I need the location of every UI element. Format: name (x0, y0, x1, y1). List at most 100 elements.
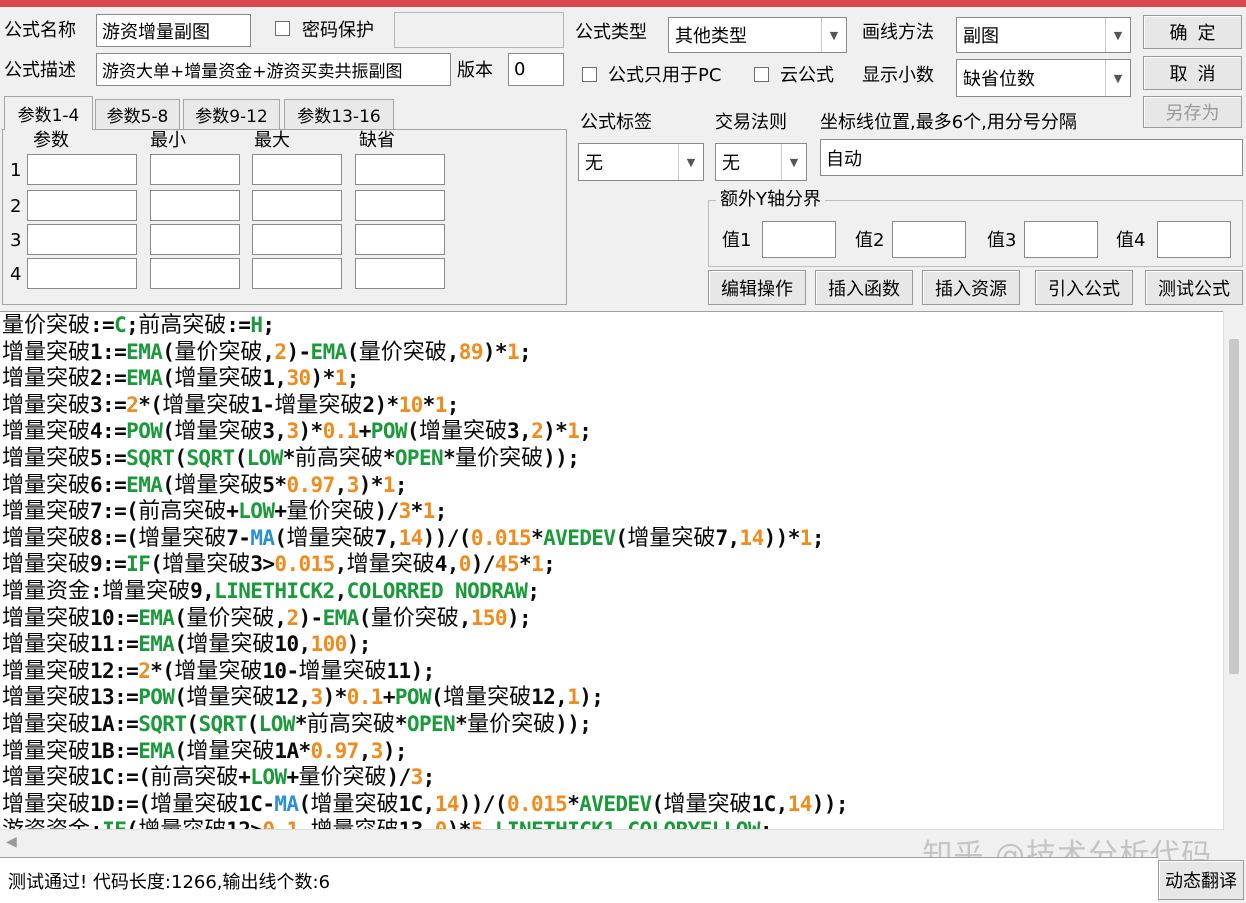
draw-method-label: 画线方法 (862, 22, 934, 43)
code-line: 增量突破7:=(前高突破+LOW+量价突破)/3*1; (2, 499, 447, 525)
y-value-1-input[interactable] (762, 221, 836, 258)
param-4-name-input[interactable] (27, 258, 137, 289)
code-line: 增量突破4:=POW(增量突破3,3)*0.1+POW(增量突破3,2)*1; (2, 419, 592, 445)
param-1-default-input[interactable] (355, 154, 445, 185)
password-protect-label: 密码保护 (302, 20, 374, 41)
formula-type-value: 其他类型 (675, 26, 747, 47)
param-row-number: 3 (10, 230, 22, 251)
chevron-down-icon: ▼ (821, 18, 846, 52)
formula-type-select[interactable]: 其他类型 ▼ (668, 17, 847, 53)
y-value-3-label: 值3 (987, 230, 1017, 251)
chevron-down-icon: ▼ (1105, 18, 1130, 52)
code-line: 增量资金:增量突破9,LINETHICK2,COLORRED NODRAW; (2, 578, 540, 604)
y-value-2-input[interactable] (892, 221, 966, 258)
axis-lines-input[interactable]: 自动 (820, 139, 1243, 176)
editor-vertical-scrollbar[interactable] (1223, 311, 1246, 829)
code-line: 增量突破12:=2*(增量突破10-增量突破11); (2, 658, 435, 684)
param-3-default-input[interactable] (355, 224, 445, 255)
param-1-name-input[interactable] (27, 154, 137, 185)
decimals-label: 显示小数 (862, 65, 934, 86)
param-2-name-input[interactable] (27, 190, 137, 221)
import-formula-button[interactable]: 引入公式 (1035, 270, 1133, 305)
pc-only-label: 公式只用于PC (608, 65, 722, 86)
tab-params-9-12[interactable]: 参数9-12 (183, 99, 280, 129)
insert-resource-button[interactable]: 插入资源 (922, 270, 1020, 305)
y-value-2-label: 值2 (855, 230, 885, 251)
edit-operations-button[interactable]: 编辑操作 (708, 270, 806, 305)
formula-tag-value: 无 (585, 153, 603, 174)
formula-name-input[interactable]: 游资增量副图 (96, 14, 251, 47)
window-title-accent-bar (0, 0, 1246, 7)
password-protect-checkbox[interactable] (275, 21, 290, 36)
code-line: 增量突破13:=POW(增量突破12,3)*0.1+POW(增量突破12,1); (2, 685, 604, 711)
y-value-1-label: 值1 (722, 230, 752, 251)
param-3-max-input[interactable] (252, 224, 342, 255)
axis-lines-label: 坐标线位置,最多6个,用分号分隔 (820, 112, 1077, 133)
formula-tag-select[interactable]: 无 ▼ (578, 143, 704, 181)
tab-params-13-16[interactable]: 参数13-16 (284, 99, 394, 129)
insert-function-button[interactable]: 插入函数 (815, 270, 913, 305)
code-line: 增量突破2:=EMA(增量突破1,30)*1; (2, 366, 359, 392)
decimals-select[interactable]: 缺省位数 ▼ (956, 59, 1131, 97)
param-row-number: 2 (10, 196, 22, 217)
y-value-4-label: 值4 (1116, 230, 1146, 251)
version-input[interactable]: 0 (508, 53, 564, 86)
trade-rule-label: 交易法则 (715, 112, 787, 133)
tab-params-5-8[interactable]: 参数5-8 (95, 99, 180, 129)
scrollbar-thumb[interactable] (1229, 339, 1239, 674)
param-4-default-input[interactable] (355, 258, 445, 289)
test-formula-button[interactable]: 测试公式 (1145, 270, 1243, 305)
chevron-down-icon: ▼ (678, 144, 703, 180)
param-4-max-input[interactable] (252, 258, 342, 289)
draw-method-select[interactable]: 副图 ▼ (956, 17, 1131, 53)
code-line: 增量突破11:=EMA(增量突破10,100); (2, 632, 371, 658)
chevron-down-icon: ▼ (781, 144, 806, 180)
code-content: 量价突破:=C;前高突破:=H; 增量突破1:=EMA(量价突破,2)-EMA(量… (2, 312, 849, 829)
param-col-max-header: 最大 (254, 130, 290, 151)
formula-code-editor[interactable]: 量价突破:=C;前高突破:=H; 增量突破1:=EMA(量价突破,2)-EMA(量… (0, 311, 1246, 829)
extra-y-axis-group-title: 额外Y轴分界 (716, 191, 825, 209)
code-line: 增量突破1A:=SQRT(SQRT(LOW*前高突破*OPEN*量价突破)); (2, 711, 592, 737)
param-row-number: 1 (10, 160, 22, 181)
formula-tag-label: 公式标签 (580, 112, 652, 133)
param-2-min-input[interactable] (150, 190, 240, 221)
param-4-min-input[interactable] (150, 258, 240, 289)
scroll-left-icon[interactable]: ◀ (6, 834, 17, 850)
param-3-name-input[interactable] (27, 224, 137, 255)
pc-only-checkbox[interactable] (582, 67, 597, 82)
save-as-button[interactable]: 另存为 (1143, 96, 1242, 128)
chevron-down-icon: ▼ (1105, 60, 1130, 96)
param-col-name-header: 参数 (33, 130, 69, 151)
code-line: 增量突破5:=SQRT(SQRT(LOW*前高突破*OPEN*量价突破)); (2, 445, 580, 471)
cloud-formula-checkbox[interactable] (754, 67, 769, 82)
param-1-max-input[interactable] (252, 154, 342, 185)
password-input (394, 12, 564, 48)
cancel-button[interactable]: 取消 (1143, 56, 1242, 90)
formula-name-label: 公式名称 (4, 20, 76, 41)
trade-rule-select[interactable]: 无 ▼ (715, 143, 807, 181)
dynamic-translate-button[interactable]: 动态翻译 (1158, 860, 1244, 900)
tab-params-1-4[interactable]: 参数1-4 (4, 96, 93, 130)
code-line: 增量突破3:=2*(增量突破1-增量突破2)*10*1; (2, 392, 459, 418)
code-line: 增量突破8:=(增量突破7-MA(增量突破7,14))/(0.015*AVEDE… (2, 525, 824, 551)
param-3-min-input[interactable] (150, 224, 240, 255)
y-value-4-input[interactable] (1157, 221, 1231, 258)
y-value-3-input[interactable] (1024, 221, 1098, 258)
param-row-number: 4 (10, 264, 22, 285)
code-line: 增量突破9:=IF(增量突破3>0.015,增量突破4,0)/45*1; (2, 552, 556, 578)
code-line: 增量突破1:=EMA(量价突破,2)-EMA(量价突破,89)*1; (2, 339, 532, 365)
param-1-min-input[interactable] (150, 154, 240, 185)
decimals-value: 缺省位数 (963, 69, 1035, 90)
version-label: 版本 (457, 60, 493, 81)
code-line: 增量突破1C:=(前高突破+LOW+量价突破)/3; (2, 765, 435, 791)
param-2-max-input[interactable] (252, 190, 342, 221)
param-2-default-input[interactable] (355, 190, 445, 221)
trade-rule-value: 无 (722, 153, 740, 174)
code-line: 增量突破1B:=EMA(增量突破1A*0.97,3); (2, 738, 408, 764)
code-line: 游资资金:IF(增量突破12>0.1,增量突破13,0)*5,LINETHICK… (2, 817, 848, 829)
formula-type-label: 公式类型 (575, 22, 647, 43)
ok-button[interactable]: 确定 (1143, 15, 1242, 49)
status-message: 测试通过! 代码长度:1266,输出线个数:6 (0, 857, 1158, 903)
formula-desc-label: 公式描述 (4, 60, 76, 81)
formula-desc-input[interactable]: 游资大单+增量资金+游资买卖共振副图 (96, 53, 451, 86)
